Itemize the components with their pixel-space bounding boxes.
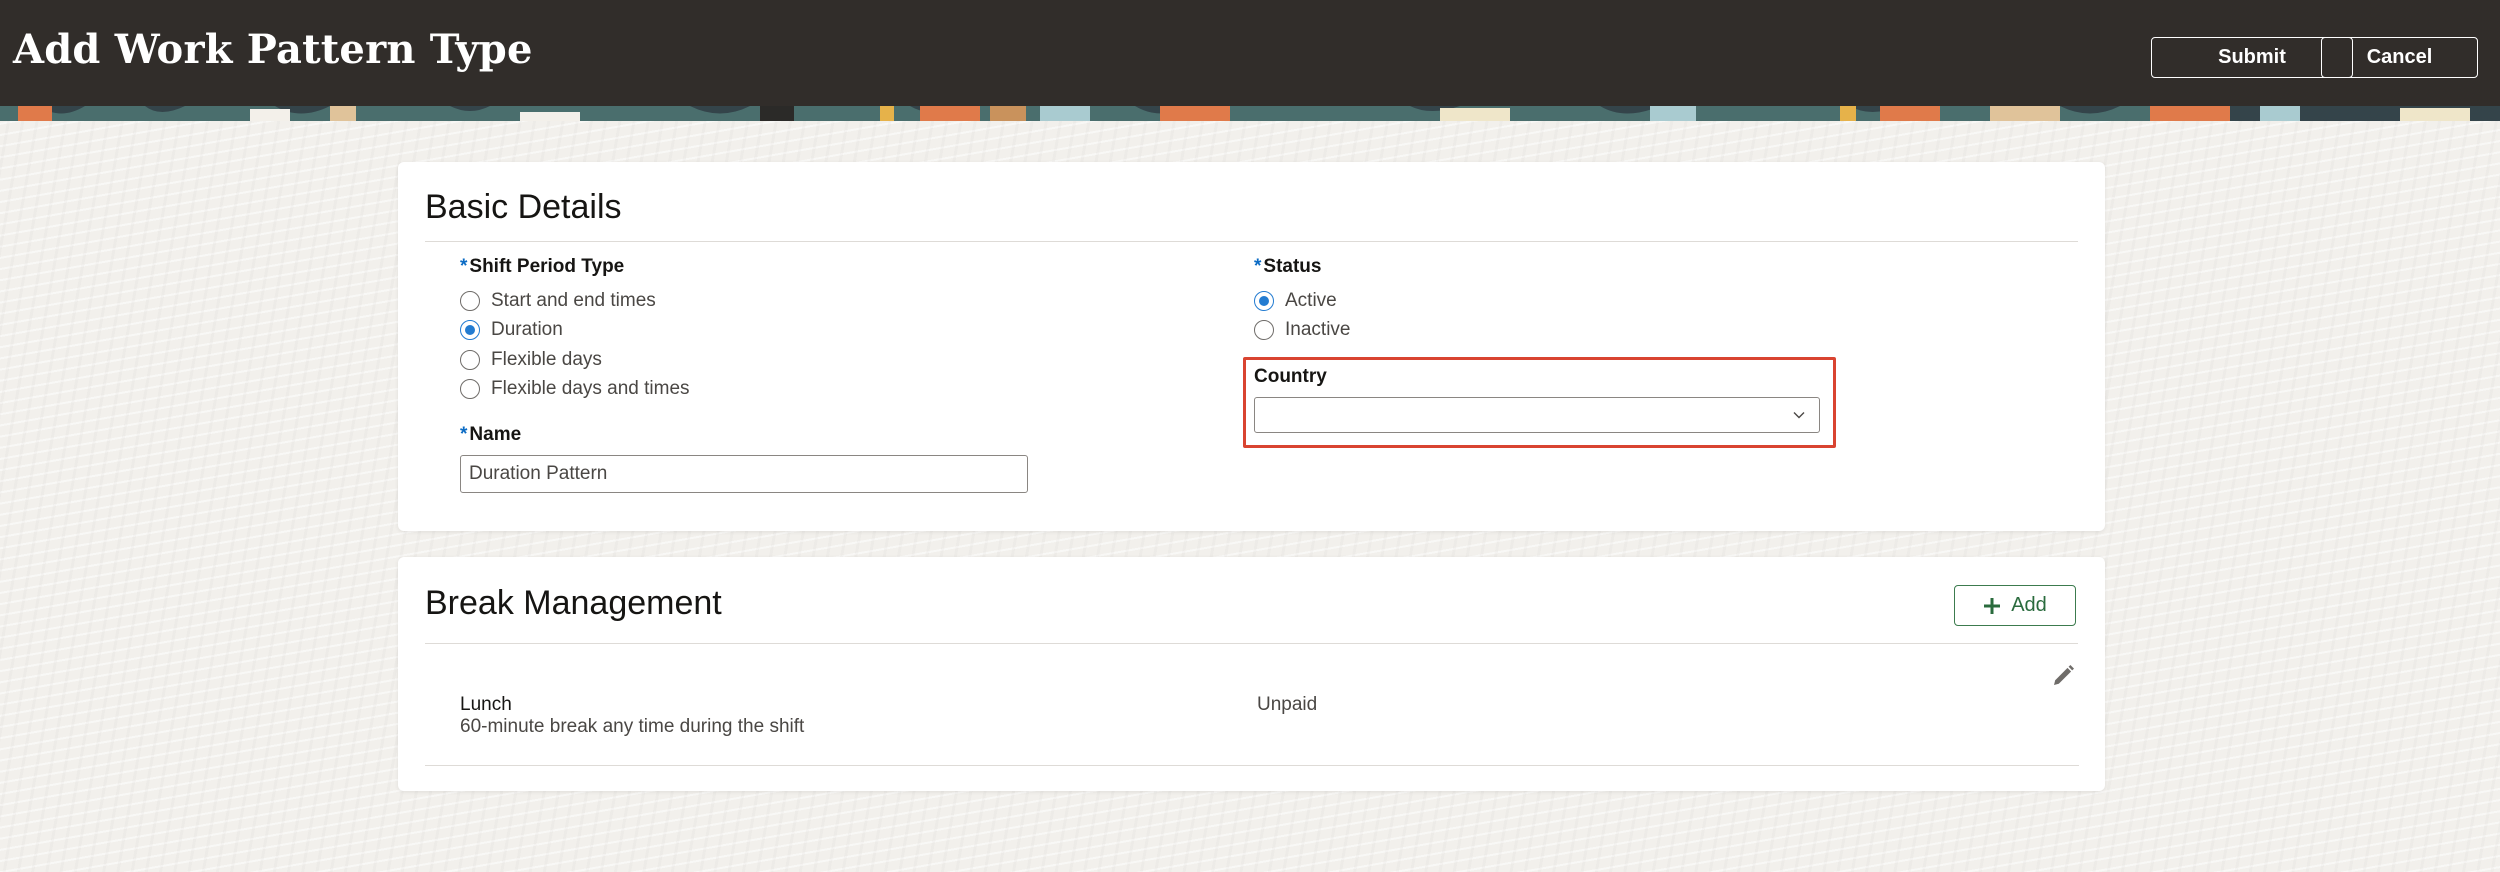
cancel-button[interactable]: Cancel (2321, 37, 2478, 78)
break-type: Unpaid (1257, 694, 1318, 715)
required-marker: * (460, 256, 468, 277)
name-label: * Name (460, 424, 521, 446)
required-marker: * (1254, 256, 1262, 277)
section-divider (425, 643, 2078, 644)
status-label: * Status (1254, 256, 1321, 278)
radio-start-and-end-times[interactable]: Start and end times (460, 290, 656, 312)
radio-active[interactable]: Active (1254, 290, 1337, 312)
radio-button-selected[interactable] (460, 320, 480, 340)
radio-label: Active (1285, 290, 1337, 311)
basic-details-title: Basic Details (425, 188, 622, 226)
page-header: Add Work Pattern Type Submit Cancel (0, 0, 2500, 106)
page-title: Add Work Pattern Type (13, 26, 533, 73)
radio-label: Inactive (1285, 319, 1351, 340)
shift-period-type-label-text: Shift Period Type (469, 256, 625, 277)
radio-button-selected[interactable] (1254, 291, 1274, 311)
name-input[interactable] (460, 455, 1028, 493)
break-management-title: Break Management (425, 584, 722, 622)
name-label-text: Name (469, 424, 522, 445)
add-button-label: Add (2011, 594, 2047, 616)
plus-icon (1984, 597, 2001, 614)
pencil-icon[interactable] (2051, 664, 2075, 688)
section-divider (425, 241, 2078, 242)
break-management-card: Break Management (398, 557, 2105, 791)
shift-period-type-label: * Shift Period Type (460, 256, 624, 278)
required-marker: * (460, 424, 468, 445)
radio-button[interactable] (1254, 320, 1274, 340)
radio-button[interactable] (460, 379, 480, 399)
add-break-button[interactable]: Add (1954, 585, 2076, 626)
decorative-banner (0, 106, 2500, 121)
radio-label: Flexible days (491, 349, 602, 370)
row-divider (425, 765, 2079, 766)
chevron-down-icon (1793, 412, 1805, 419)
radio-button[interactable] (460, 291, 480, 311)
radio-label: Flexible days and times (491, 378, 690, 399)
country-select[interactable] (1254, 397, 1820, 433)
radio-button[interactable] (460, 350, 480, 370)
country-label: Country (1254, 366, 1327, 387)
radio-label: Duration (491, 319, 563, 340)
radio-flexible-days[interactable]: Flexible days (460, 349, 602, 371)
radio-flexible-days-and-times[interactable]: Flexible days and times (460, 378, 690, 400)
radio-duration[interactable]: Duration (460, 319, 563, 341)
status-label-text: Status (1263, 256, 1322, 277)
break-description: 60-minute break any time during the shif… (460, 716, 805, 737)
break-name: Lunch (460, 694, 512, 715)
radio-inactive[interactable]: Inactive (1254, 319, 1350, 341)
radio-label: Start and end times (491, 290, 656, 311)
submit-button-label: Submit (2218, 46, 2286, 68)
cancel-button-label: Cancel (2366, 46, 2433, 68)
